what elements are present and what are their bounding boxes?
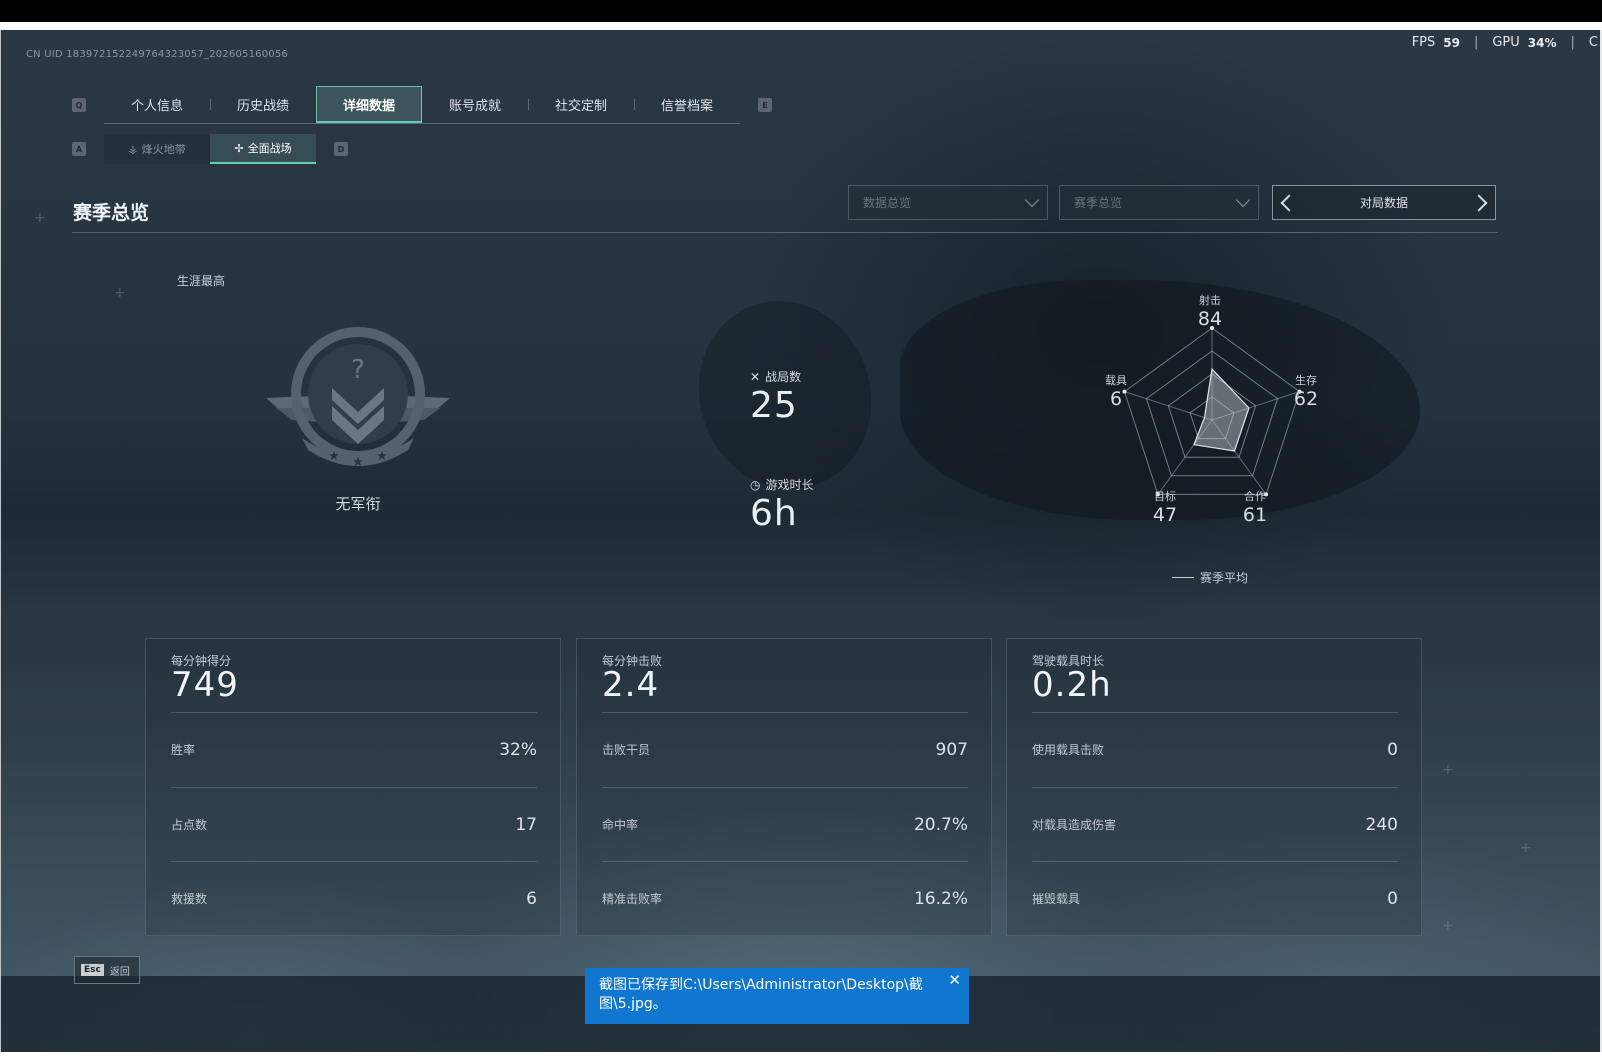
top-window-border <box>0 22 1602 30</box>
perf-overlay: FPS 59 | GPU 34% | C <box>1411 35 1598 50</box>
radar-value-vehicle: 6 <box>1109 388 1123 410</box>
radar-label-objective: 目标 <box>1154 490 1176 503</box>
match-data-label: 对局数据 <box>1359 196 1408 210</box>
radar-axis-line <box>1124 391 1213 421</box>
perf-trailing: C <box>1588 35 1598 50</box>
card-row: 胜率 32% <box>171 712 537 786</box>
tab-achievements[interactable]: 账号成就 <box>422 86 528 123</box>
gpu-label: GPU <box>1492 35 1520 50</box>
toast-message: 截图已保存到C:\Users\Administrator\Desktop\截图\… <box>599 977 923 1012</box>
tab-detailed-data[interactable]: 详细数据 <box>316 86 422 123</box>
tab-personal-info[interactable]: 个人信息 <box>104 86 210 123</box>
legend-line-icon <box>1172 577 1194 578</box>
radar-value-shooting: 84 <box>1197 308 1223 330</box>
crosshair-decor-icon: + <box>114 285 126 301</box>
fps-label: FPS <box>1411 35 1436 50</box>
tab-prev-key[interactable]: Q <box>72 98 86 112</box>
crosshair-decor-icon: + <box>34 210 46 226</box>
card-row: 击败干员 907 <box>602 712 968 786</box>
svg-text:?: ? <box>351 355 365 385</box>
mode-tabs: A ⚶ 烽火地带 ✢ 全面战场 D <box>72 134 366 164</box>
tab-social[interactable]: 社交定制 <box>528 86 634 123</box>
crossed-swords-icon: ✕ <box>750 369 761 384</box>
matches-label: 战局数 <box>765 370 802 384</box>
svg-text:★: ★ <box>376 449 388 464</box>
radar-value-teamwork: 61 <box>1242 504 1268 526</box>
title-divider <box>72 232 1498 233</box>
matches-value: 25 <box>750 385 798 426</box>
svg-text:★: ★ <box>328 449 340 464</box>
clock-icon: ◷ <box>750 477 761 492</box>
card-row: 占点数 17 <box>171 787 537 861</box>
card-row: 对载具造成伤害 240 <box>1032 787 1398 861</box>
screenshot-toast: 截图已保存到C:\Users\Administrator\Desktop\截图\… <box>585 968 969 1024</box>
chevron-right-icon[interactable] <box>1470 194 1488 211</box>
chevron-left-icon[interactable] <box>1280 194 1298 211</box>
crosshair-decor-icon: + <box>1520 840 1532 856</box>
matches-stat: ✕ 战局数 25 <box>750 368 802 427</box>
esc-key: Esc <box>81 964 104 976</box>
back-label: 返回 <box>109 966 130 978</box>
radar-label-shooting: 射击 <box>1199 294 1221 307</box>
close-icon[interactable]: ✕ <box>948 971 961 990</box>
card-row: 救援数 6 <box>171 861 537 935</box>
card-row: 精准击败率 16.2% <box>602 861 968 935</box>
playtime-stat: ◷ 游戏时长 6h <box>750 476 814 535</box>
card-main-value: 749 <box>171 665 239 705</box>
rank-emblem-icon: ? ★ ★ ★ <box>266 327 450 470</box>
card-row: 使用载具击败 0 <box>1032 712 1398 786</box>
tab-history[interactable]: 历史战绩 <box>210 86 316 123</box>
card-row: 命中率 20.7% <box>602 787 968 861</box>
tab-next-key[interactable]: E <box>758 98 772 112</box>
tab-row: 个人信息 历史战绩 详细数据 账号成就 社交定制 信誉档案 <box>104 86 740 124</box>
hazard-zone-icon: ⚶ <box>128 142 138 156</box>
radar-value-survival: 62 <box>1293 388 1319 410</box>
radar-value-objective: 47 <box>1152 504 1178 526</box>
kills-per-minute-card: 每分钟击败 2.4 击败干员 907 命中率 20.7% 精准击败率 16.2% <box>576 638 992 936</box>
mode-tab-warfare[interactable]: ✢ 全面战场 <box>210 134 316 164</box>
gpu-value: 34% <box>1527 35 1557 50</box>
back-button[interactable]: Esc 返回 <box>74 956 140 984</box>
crosshair-decor-icon: + <box>1442 762 1454 778</box>
rank-name: 无军衔 <box>335 495 381 513</box>
uid-text: CN UID 183972152249764323057_20260516005… <box>26 49 288 60</box>
mode-next-key[interactable]: D <box>334 142 348 156</box>
game-screen: CN UID 183972152249764323057_20260516005… <box>0 30 1602 1056</box>
card-main-value: 2.4 <box>602 665 660 705</box>
main-tabs: Q 个人信息 历史战绩 详细数据 账号成就 社交定制 信誉档案 E <box>72 86 790 124</box>
data-overview-dropdown[interactable]: 数据总览 <box>848 185 1048 220</box>
score-per-minute-card: 每分钟得分 749 胜率 32% 占点数 17 救援数 6 <box>145 638 561 936</box>
tab-credit[interactable]: 信誉档案 <box>634 86 740 123</box>
warfare-icon: ✢ <box>234 141 244 155</box>
chevron-down-icon <box>1235 192 1251 207</box>
mode-prev-key[interactable]: A <box>72 142 86 156</box>
playtime-value: 6h <box>750 493 798 534</box>
radar-label-teamwork: 合作 <box>1244 490 1266 503</box>
crosshair-decor-icon: + <box>1442 918 1454 934</box>
vehicle-time-card: 驾驶载具时长 0.2h 使用载具击败 0 对载具造成伤害 240 摧毁载具 0 <box>1006 638 1422 936</box>
bottom-window-border <box>0 1052 1602 1056</box>
radar-label-survival: 生存 <box>1295 374 1317 387</box>
match-data-selector: 对局数据 <box>1272 185 1496 220</box>
svg-text:★: ★ <box>352 455 364 470</box>
card-row: 摧毁载具 0 <box>1032 861 1398 935</box>
chevron-down-icon <box>1024 192 1040 207</box>
card-main-value: 0.2h <box>1032 665 1112 705</box>
fps-value: 59 <box>1443 35 1460 50</box>
legend-label: 赛季平均 <box>1200 571 1249 585</box>
mode-tab-hazard-zone[interactable]: ⚶ 烽火地带 <box>104 134 210 164</box>
season-overview-dropdown[interactable]: 赛季总览 <box>1059 185 1259 220</box>
radar-label-vehicle: 载具 <box>1105 374 1127 387</box>
playtime-label: 游戏时长 <box>765 478 814 492</box>
top-black-bar <box>0 0 1602 22</box>
page-title: 赛季总览 <box>73 202 150 224</box>
career-highest-label: 生涯最高 <box>177 274 226 288</box>
radar-legend: 赛季平均 <box>1172 569 1248 586</box>
